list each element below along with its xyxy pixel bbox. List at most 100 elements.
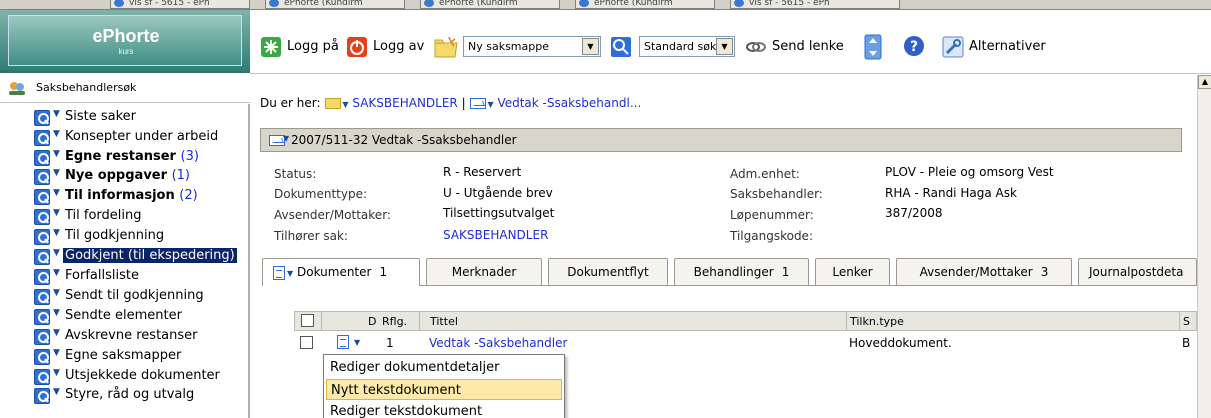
scroll-updown-icon[interactable] — [864, 34, 882, 60]
breadcrumb: Du er her: ▼ SAKSBEHANDLER | ▼ Vedtak -S… — [260, 96, 641, 110]
search-icon[interactable] — [34, 150, 50, 166]
sidebar-item-siste-saker[interactable]: ▼ Siste saker — [34, 109, 248, 128]
sidebar-item-styre-rad-utvalg[interactable]: ▼ Styre, råd og utvalg — [34, 387, 248, 406]
dropdown-arrow-icon[interactable]: ▼ — [53, 129, 60, 139]
search-icon[interactable] — [34, 189, 50, 205]
dropdown-arrow-icon[interactable]: ▼ — [487, 100, 493, 109]
logo-panel: ePhorte kurs — [0, 10, 250, 73]
search-icon[interactable] — [34, 209, 50, 225]
row-checkbox[interactable] — [300, 336, 313, 349]
options-button[interactable]: Alternativer — [942, 36, 1072, 58]
search-type-select[interactable]: Standard søk ▼ — [639, 36, 735, 57]
dropdown-arrow-icon[interactable]: ▼ — [53, 149, 60, 159]
dropdown-arrow-icon[interactable]: ▼ — [53, 308, 60, 318]
search-icon[interactable] — [34, 249, 50, 265]
browser-tab[interactable]: ePhorte (Kundirm — [420, 0, 560, 9]
new-folder-icon[interactable] — [433, 35, 459, 59]
tab-treatments[interactable]: Behandlinger 1 — [674, 258, 809, 285]
sidebar-item-konsepter[interactable]: ▼ Konsepter under arbeid — [34, 129, 248, 148]
dropdown-arrow-icon[interactable]: ▼ — [53, 109, 60, 119]
sidebar-header[interactable]: Saksbehandlersøk — [0, 75, 250, 103]
search-icon[interactable] — [34, 369, 50, 385]
dropdown-arrow-icon[interactable]: ▼ — [53, 348, 60, 358]
new-item-select[interactable]: Ny saksmappe ▼ — [463, 36, 601, 57]
search-icon[interactable] — [610, 36, 632, 58]
search-icon[interactable] — [34, 289, 50, 305]
dropdown-arrow-icon[interactable]: ▼ — [53, 248, 60, 258]
dropdown-arrow-icon[interactable]: ▼ — [283, 134, 289, 143]
search-icon[interactable] — [34, 349, 50, 365]
chevron-down-icon[interactable]: ▼ — [582, 38, 599, 55]
search-icon[interactable] — [34, 130, 50, 146]
table-row[interactable]: ▼ 1 Vedtak -Saksbehandler Hoveddokument.… — [294, 333, 1197, 353]
select-all-checkbox[interactable] — [301, 314, 314, 327]
browser-tab[interactable]: ePhorte (Kundirm — [265, 0, 405, 9]
tab-notes[interactable]: Merknader — [426, 258, 542, 285]
column-header-s[interactable]: S — [1183, 315, 1190, 328]
sidebar-item-sendt-til-godkjenning[interactable]: ▼ Sendt til godkjenning — [34, 288, 248, 307]
column-header-title[interactable]: Tittel — [430, 315, 458, 328]
chevron-down-icon[interactable]: ▼ — [716, 38, 733, 55]
row-title-link[interactable]: Vedtak -Saksbehandler — [429, 336, 567, 350]
dropdown-arrow-icon[interactable]: ▼ — [53, 328, 60, 338]
column-header-d[interactable]: D — [368, 315, 376, 328]
help-icon[interactable]: ? — [903, 35, 925, 57]
logo[interactable]: ePhorte kurs — [8, 15, 242, 66]
browser-tab[interactable]: ePhorte (Kundirm — [575, 0, 715, 9]
sidebar-item-sendte-elementer[interactable]: ▼ Sendte elementer — [34, 308, 248, 327]
search-icon[interactable] — [34, 269, 50, 285]
breadcrumb-link-document[interactable]: Vedtak -Ssaksbehandl... — [497, 96, 641, 110]
dropdown-arrow-icon[interactable]: ▼ — [53, 268, 60, 278]
dropdown-arrow-icon[interactable]: ▼ — [53, 387, 60, 397]
breadcrumb-link-case[interactable]: SAKSBEHANDLER — [352, 96, 457, 110]
sidebar-item-egne-restanser[interactable]: ▼ Egne restanser (3) — [34, 149, 248, 168]
dropdown-arrow-icon[interactable]: ▼ — [53, 228, 60, 238]
dropdown-arrow-icon[interactable]: ▼ — [287, 269, 293, 278]
logout-label: Logg av — [373, 39, 425, 54]
tab-documents[interactable]: ▼ Dokumenter 1 — [262, 258, 420, 286]
search-icon[interactable] — [34, 388, 50, 404]
tab-document-flow[interactable]: Dokumentflyt — [548, 258, 668, 285]
dropdown-arrow-icon[interactable]: ▼ — [53, 168, 60, 178]
search-icon[interactable] — [34, 329, 50, 345]
search-icon[interactable] — [34, 110, 50, 126]
sidebar-item-egne-saksmapper[interactable]: ▼ Egne saksmapper — [34, 348, 248, 367]
dropdown-arrow-icon[interactable]: ▼ — [53, 208, 60, 218]
tab-links[interactable]: Lenker — [815, 258, 890, 285]
case-officer-label: Saksbehandler: — [730, 187, 823, 201]
send-link-button[interactable]: Send lenke — [745, 36, 855, 58]
dropdown-arrow-icon[interactable]: ▼ — [53, 188, 60, 198]
browser-tab[interactable]: vis sf - 5615 - ePh — [730, 0, 900, 9]
dropdown-arrow-icon[interactable]: ▼ — [342, 100, 348, 109]
tab-sender-receiver[interactable]: Avsender/Mottaker 3 — [896, 258, 1072, 285]
column-header-rflg[interactable]: Rflg. — [382, 315, 407, 328]
dropdown-arrow-icon[interactable]: ▼ — [53, 288, 60, 298]
login-button[interactable]: Logg på — [260, 36, 340, 58]
sidebar-item-utsjekkede-dokumenter[interactable]: ▼ Utsjekkede dokumenter — [34, 368, 248, 387]
document-icon[interactable] — [337, 335, 349, 349]
column-header-link-type[interactable]: Tilkn.type — [850, 315, 904, 328]
search-icon[interactable] — [34, 229, 50, 245]
menu-item-new-text-document[interactable]: Nytt tekstdokument — [326, 379, 562, 400]
dropdown-arrow-icon[interactable]: ▼ — [354, 338, 360, 347]
sidebar-item-count: (3) — [180, 149, 199, 164]
vertical-scrollbar[interactable]: ▲ — [1197, 75, 1211, 418]
sidebar-item-godkjent[interactable]: ▼ Godkjent (til ekspedering) — [34, 248, 248, 267]
sidebar-item-nye-oppgaver[interactable]: ▼ Nye oppgaver (1) — [34, 168, 248, 187]
sidebar-item-til-godkjenning[interactable]: ▼ Til godkjenning — [34, 228, 248, 247]
sidebar-item-forfallsliste[interactable]: ▼ Forfallsliste — [34, 268, 248, 287]
logout-button[interactable]: Logg av — [346, 36, 426, 58]
belongs-to-case-link[interactable]: SAKSBEHANDLER — [443, 228, 548, 242]
document-title-bar: ▼ 2007/511-32 Vedtak -Ssaksbehandler — [260, 128, 1182, 152]
menu-item-edit-document-details[interactable]: Rediger dokumentdetaljer — [326, 357, 562, 378]
search-icon[interactable] — [34, 169, 50, 185]
browser-tab[interactable]: vis sf - 5615 - ePh — [110, 0, 250, 9]
menu-item-edit-text-document[interactable]: Rediger tekstdokument — [326, 401, 562, 418]
sidebar-item-avskrevne-restanser[interactable]: ▼ Avskrevne restanser — [34, 328, 248, 347]
sidebar-item-til-fordeling[interactable]: ▼ Til fordeling — [34, 208, 248, 227]
search-icon[interactable] — [34, 309, 50, 325]
dropdown-arrow-icon[interactable]: ▼ — [53, 368, 60, 378]
scroll-up-arrow-icon[interactable]: ▲ — [1198, 75, 1211, 89]
tab-journal-details[interactable]: Journalpostdeta — [1078, 258, 1197, 285]
sidebar-item-til-informasjon[interactable]: ▼ Til informasjon (2) — [34, 188, 248, 207]
